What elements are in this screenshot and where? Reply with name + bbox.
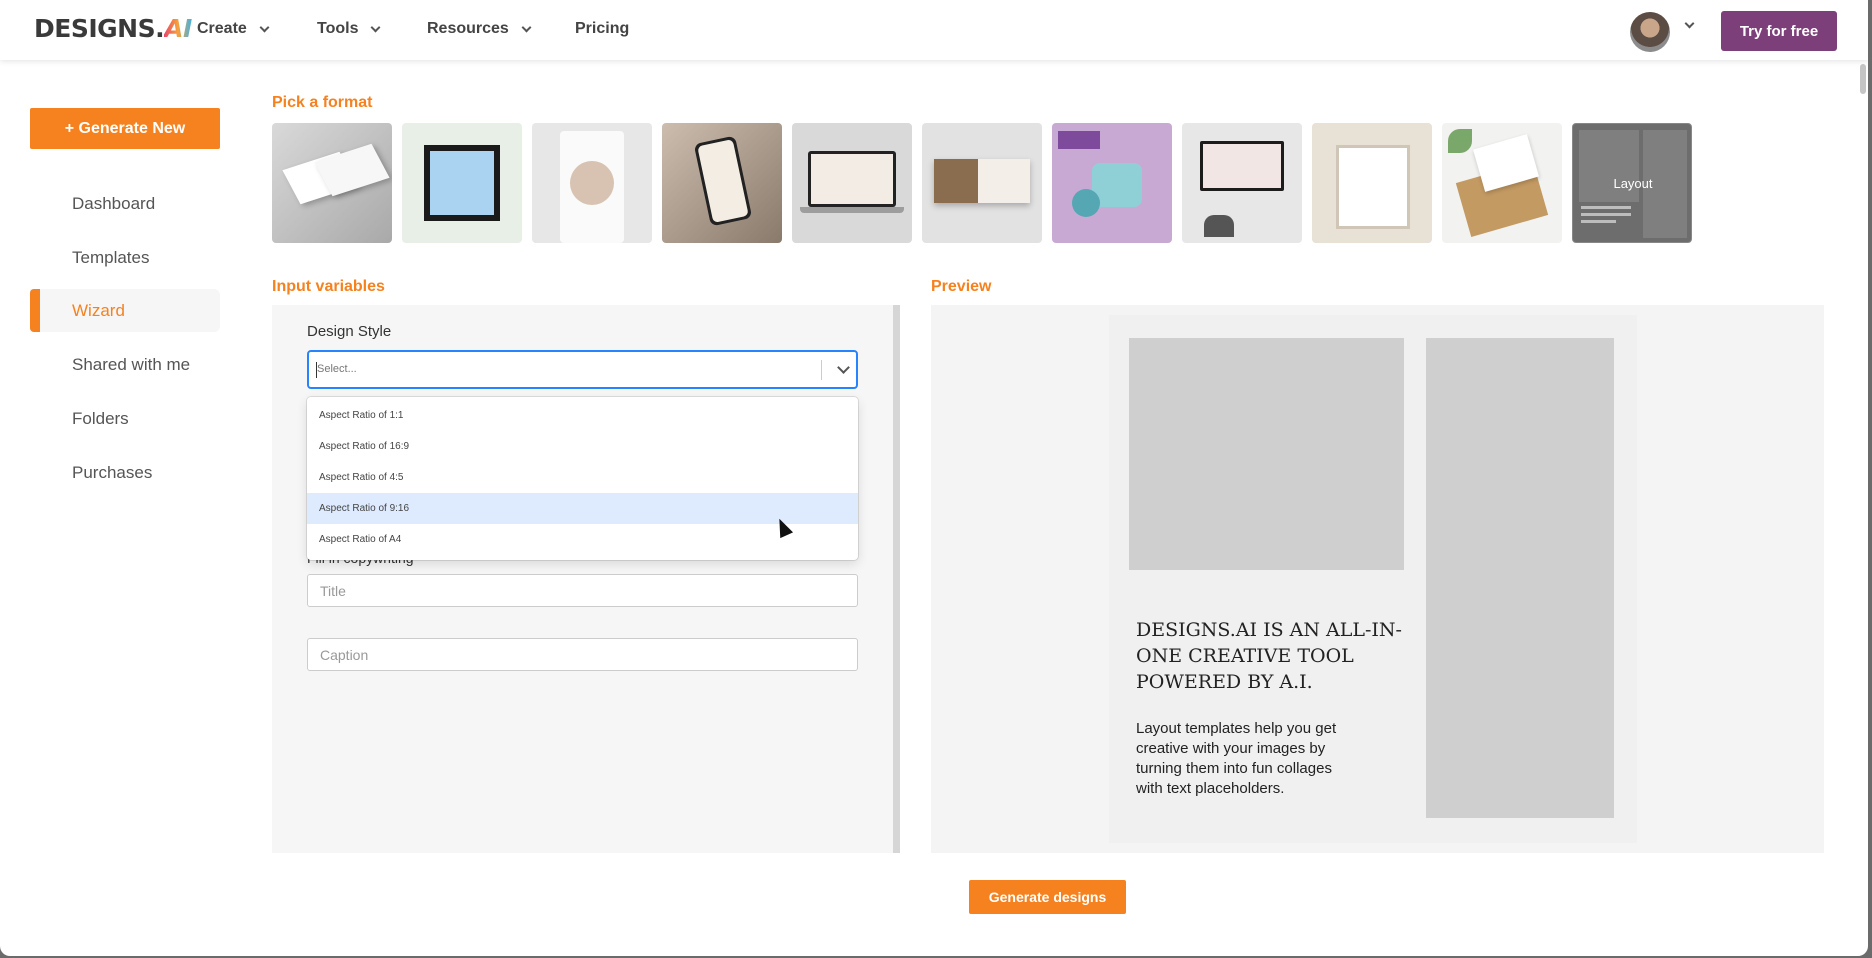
format-instagram-story[interactable]: [662, 123, 782, 243]
chevron-down-icon[interactable]: [837, 361, 850, 374]
preview-title: Preview: [931, 278, 992, 295]
nav-create[interactable]: Create: [197, 20, 270, 38]
sidebar-item-templates[interactable]: Templates: [30, 236, 220, 279]
sidebar-item-label: Wizard: [72, 300, 125, 320]
nav-create-label: Create: [197, 20, 247, 37]
generate-new-button[interactable]: + Generate New: [30, 108, 220, 149]
format-web-banner[interactable]: [1182, 123, 1302, 243]
select-placeholder: Select...: [317, 363, 357, 375]
preview-headline: DESIGNS.AI IS AN ALL-IN-ONE CREATIVE TOO…: [1136, 619, 1402, 693]
sidebar-item-purchases[interactable]: Purchases: [30, 451, 220, 494]
sidebar-item-wizard[interactable]: Wizard: [30, 289, 220, 332]
image-placeholder: [1426, 338, 1614, 818]
logo[interactable]: DESIGNS.AI: [34, 14, 192, 43]
format-layout[interactable]: Layout: [1572, 123, 1692, 243]
sidebar-item-label: Folders: [72, 408, 129, 428]
title-input[interactable]: Title: [307, 574, 858, 607]
input-panel-scrollbar[interactable]: [893, 305, 900, 853]
sidebar-item-label: Purchases: [72, 462, 153, 482]
sidebar-item-shared[interactable]: Shared with me: [30, 343, 220, 386]
format-instagram-post[interactable]: [532, 123, 652, 243]
format-brochure[interactable]: [922, 123, 1042, 243]
sidebar-item-label: Dashboard: [72, 193, 156, 213]
preview-body: Layout templates help you get creative w…: [1136, 720, 1337, 797]
layout-label: Layout: [1613, 176, 1653, 191]
nav-tools[interactable]: Tools: [317, 20, 381, 38]
nav-pricing-label: Pricing: [575, 20, 630, 37]
format-social-ad[interactable]: [1052, 123, 1172, 243]
chevron-down-icon: [259, 22, 270, 32]
input-variables-title: Input variables: [272, 278, 385, 295]
image-placeholder: [1129, 338, 1404, 570]
format-business-card[interactable]: [272, 123, 392, 243]
design-style-menu: Aspect Ratio of 1:1 Aspect Ratio of 16:9…: [307, 397, 858, 560]
chevron-down-icon: [521, 22, 532, 32]
caption-input[interactable]: Caption: [307, 638, 858, 671]
logo-ai: AI: [164, 14, 192, 43]
option-aspect-16-9[interactable]: Aspect Ratio of 16:9: [307, 431, 858, 462]
option-aspect-4-5[interactable]: Aspect Ratio of 4:5: [307, 462, 858, 493]
design-style-label: Design Style: [307, 323, 392, 340]
sidebar-item-label: Templates: [72, 247, 150, 267]
sidebar-item-dashboard[interactable]: Dashboard: [30, 182, 220, 225]
nav-resources-label: Resources: [427, 20, 509, 37]
format-presentation[interactable]: [792, 123, 912, 243]
logo-text: DESIGNS.: [34, 14, 165, 43]
app-window: DESIGNS.AI Create Tools Resources Pricin…: [0, 0, 1868, 956]
sidebar-item-folders[interactable]: Folders: [30, 397, 220, 440]
chevron-down-icon: [371, 22, 381, 32]
pick-format-title: Pick a format: [272, 94, 373, 111]
format-greeting-card[interactable]: [1442, 123, 1562, 243]
nav-tools-label: Tools: [317, 20, 359, 37]
try-for-free-button[interactable]: Try for free: [1721, 11, 1837, 51]
nav-pricing[interactable]: Pricing: [575, 20, 629, 38]
nav-resources[interactable]: Resources: [427, 20, 532, 38]
sidebar-item-label: Shared with me: [72, 354, 191, 374]
design-style-select[interactable]: Select...: [307, 350, 858, 389]
avatar[interactable]: [1630, 12, 1670, 52]
page-scrollbar[interactable]: [1860, 64, 1866, 94]
format-invitation[interactable]: [1312, 123, 1432, 243]
generate-designs-button[interactable]: Generate designs: [969, 880, 1126, 914]
chevron-down-icon[interactable]: [1684, 18, 1695, 29]
top-navbar: DESIGNS.AI Create Tools Resources Pricin…: [0, 0, 1868, 60]
option-aspect-1-1[interactable]: Aspect Ratio of 1:1: [307, 400, 858, 431]
format-framed-poster[interactable]: [402, 123, 522, 243]
select-separator: [821, 360, 822, 380]
